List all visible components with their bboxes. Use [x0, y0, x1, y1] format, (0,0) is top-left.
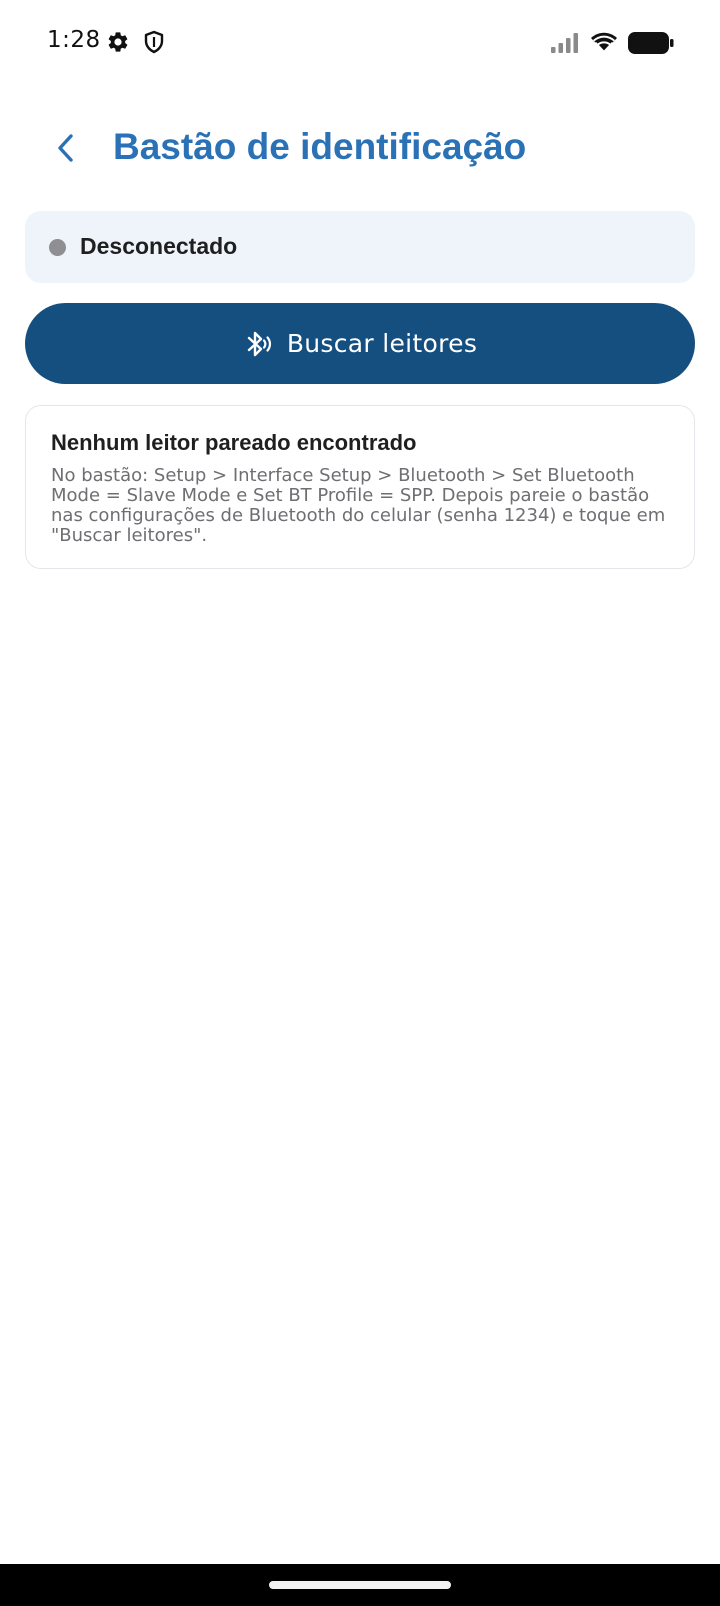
chevron-left-icon [55, 133, 77, 168]
info-card-title: Nenhum leitor pareado encontrado [51, 430, 417, 455]
shield-icon [143, 30, 165, 59]
connection-status-card: Desconectado [25, 211, 695, 283]
page-title: Bastão de identificação [113, 126, 527, 167]
no-paired-reader-card: Nenhum leitor pareado encontrado No bast… [25, 405, 695, 569]
scan-readers-label: Buscar leitores [286, 329, 478, 358]
status-time: 1:28 [47, 27, 101, 53]
signal-icon [551, 33, 581, 58]
info-card-body: No bastão: Setup > Interface Setup > Blu… [51, 465, 666, 546]
wifi-icon [590, 31, 618, 58]
status-bar: 1:28 [0, 0, 720, 88]
back-button[interactable] [44, 128, 88, 172]
home-indicator[interactable] [269, 1581, 451, 1589]
battery-icon [628, 32, 674, 59]
status-dot [49, 239, 66, 256]
connection-status-label: Desconectado [80, 233, 238, 259]
gear-icon [106, 30, 130, 59]
scan-readers-button[interactable]: Buscar leitores [25, 303, 695, 384]
app-header: Bastão de identificação [0, 110, 720, 190]
bluetooth-searching-icon [243, 329, 273, 359]
navigation-bar [0, 1564, 720, 1606]
